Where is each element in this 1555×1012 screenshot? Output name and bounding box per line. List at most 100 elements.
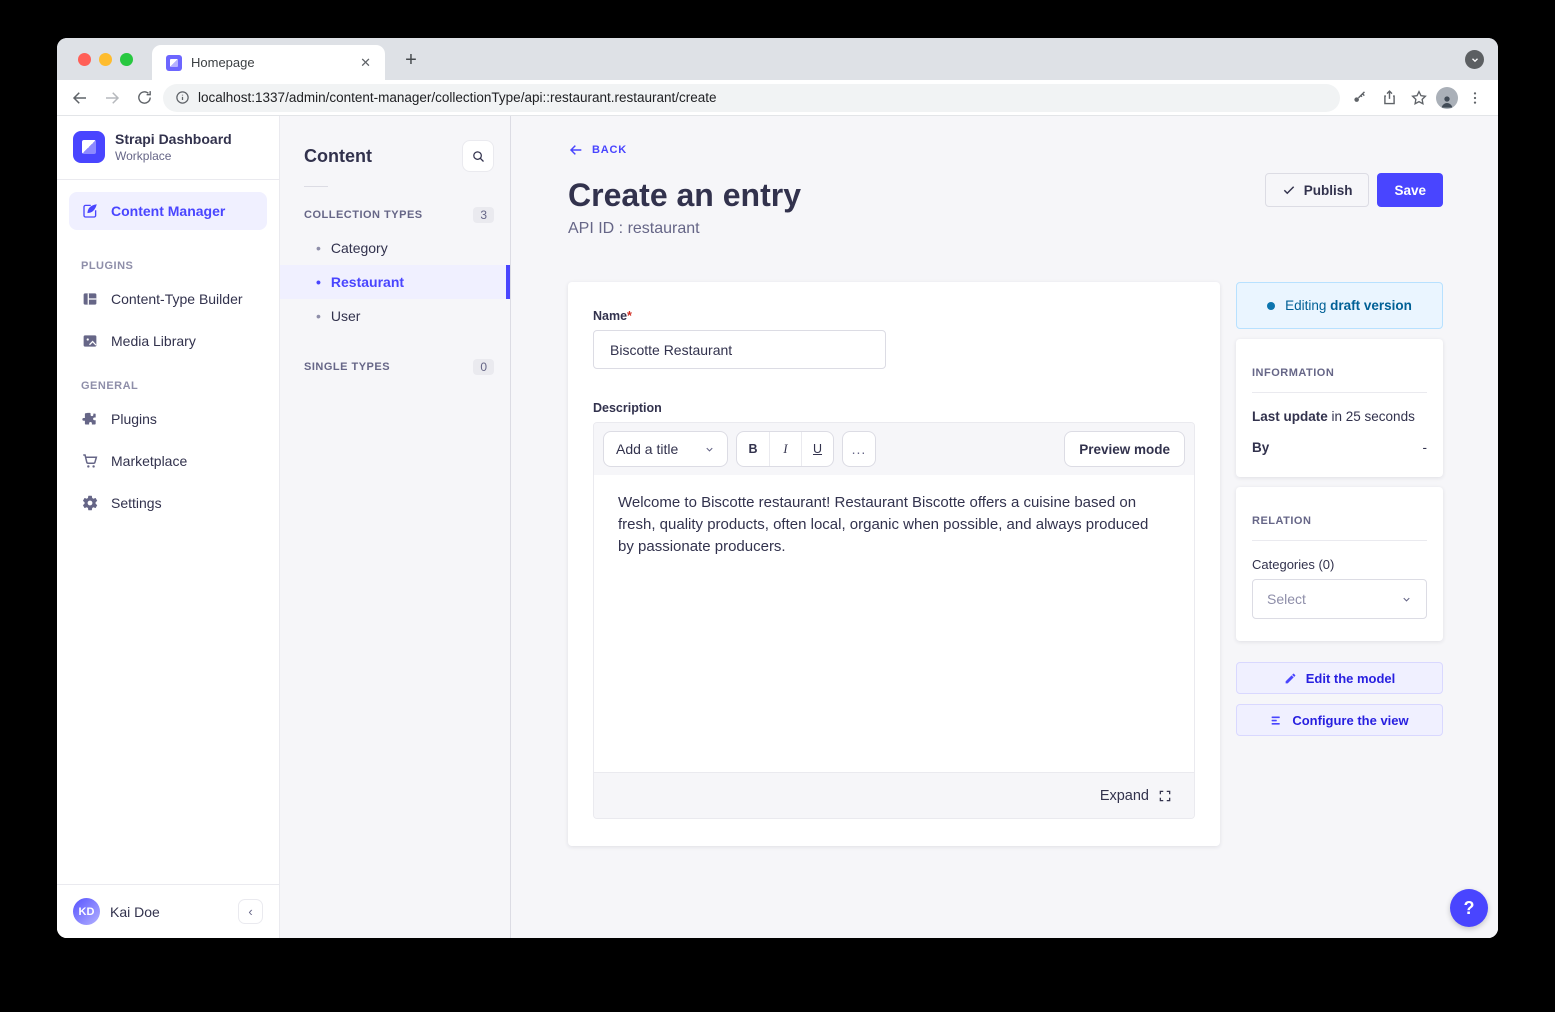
bold-button[interactable]: B [737,432,769,466]
close-tab-icon[interactable]: ✕ [356,53,375,73]
user-avatar[interactable]: KD [73,898,100,925]
browser-toolbar: localhost:1337/admin/content-manager/col… [57,80,1498,116]
bookmark-star-icon[interactable] [1406,85,1432,111]
site-info-icon [175,90,190,105]
desktop-background: Homepage ✕ + localhost:1337/admin/conten… [0,0,1555,1012]
user-name: Kai Doe [110,904,228,920]
app-name: Strapi Dashboard [115,131,232,149]
puzzle-icon [81,410,99,428]
page-title: Create an entry [568,177,801,214]
underline-button[interactable]: U [801,432,833,466]
list-lines-icon [1270,714,1283,727]
meta-column: Editing draft version INFORMATION Last u… [1236,282,1443,736]
description-textarea[interactable]: Welcome to Biscotte restaurant! Restaura… [594,475,1194,772]
publish-button[interactable]: Publish [1265,173,1370,207]
edit-model-button[interactable]: Edit the model [1236,662,1443,694]
subnav-item-label: Category [331,240,388,256]
preview-mode-button[interactable]: Preview mode [1064,431,1185,467]
zoom-window-button[interactable] [120,53,133,66]
collapse-sidebar-button[interactable]: ‹ [238,899,263,924]
draft-dot-icon [1267,302,1275,310]
sidebar-item-label: Content-Type Builder [111,291,243,307]
strapi-admin-app: Strapi Dashboard Workplace Content Manag… [57,116,1498,938]
relation-title: RELATION [1252,506,1427,527]
reload-icon[interactable] [131,85,157,111]
browser-window: Homepage ✕ + localhost:1337/admin/conten… [57,38,1498,938]
sidebar-item-label: Marketplace [111,453,187,469]
expand-button[interactable]: Expand [1100,788,1149,804]
strapi-favicon-icon [166,55,182,71]
collection-types-label: COLLECTION TYPES [304,209,423,221]
sidebar-item-marketplace[interactable]: Marketplace [57,440,279,482]
main-content: BACK Create an entry API ID : restaurant… [511,116,1498,938]
search-button[interactable] [462,140,494,172]
sidebar-item-media-library[interactable]: Media Library [57,320,279,362]
workspace-name: Workplace [115,149,232,163]
back-nav-icon[interactable] [67,85,93,111]
media-icon [81,332,99,350]
rich-text-editor: Add a title B I U ... Preview mode [593,422,1195,819]
chevron-down-icon [704,444,715,455]
help-button[interactable]: ? [1450,889,1488,927]
browser-tab[interactable]: Homepage ✕ [152,45,385,80]
tab-strip: Homepage ✕ + [57,38,1498,80]
share-icon[interactable] [1376,85,1402,111]
search-icon [471,149,486,164]
bullet-icon: • [316,274,321,290]
browser-menu-chevron-icon[interactable] [1465,50,1484,69]
editor-toolbar: Add a title B I U ... Preview mode [594,423,1194,475]
subnav-item-category[interactable]: • Category [280,231,510,265]
save-button[interactable]: Save [1377,173,1443,207]
address-bar[interactable]: localhost:1337/admin/content-manager/col… [163,84,1340,112]
subnav-item-restaurant[interactable]: • Restaurant [280,265,510,299]
name-field-label: Name* [593,309,1195,323]
sidebar-item-plugins[interactable]: Plugins [57,398,279,440]
information-card: INFORMATION Last update in 25 seconds By… [1236,339,1443,477]
sidebar-item-label: Settings [111,495,162,511]
title-dropdown[interactable]: Add a title [603,431,728,467]
more-formats-button[interactable]: ... [842,431,876,467]
strapi-logo-icon [73,131,105,163]
name-input[interactable] [593,330,886,369]
subnav-item-label: Restaurant [331,274,404,290]
information-title: INFORMATION [1252,358,1427,379]
single-types-label: SINGLE TYPES [304,361,390,373]
new-tab-button[interactable]: + [397,46,425,74]
expand-icon[interactable] [1158,789,1172,803]
configure-view-button[interactable]: Configure the view [1236,704,1443,736]
cart-icon [81,452,99,470]
sidebar-divider [57,179,279,180]
forward-nav-icon[interactable] [99,85,125,111]
description-field-label: Description [593,401,1195,415]
editor-footer: Expand [594,772,1194,818]
window-controls [78,53,133,66]
sidebar-item-content-manager[interactable]: Content Manager [69,192,267,230]
categories-select[interactable]: Select [1252,579,1427,619]
content-subnav: Content COLLECTION TYPES 3 • Category • … [280,116,511,938]
url-text: localhost:1337/admin/content-manager/col… [198,90,717,105]
sidebar-section-plugins: PLUGINS [57,242,279,278]
browser-profile-avatar[interactable] [1436,87,1458,109]
sidebar-item-settings[interactable]: Settings [57,482,279,524]
subnav-title: Content [304,146,372,167]
pencil-icon [1284,672,1297,685]
feather-pen-icon [81,202,99,220]
description-text: Welcome to Biscotte restaurant! Restaura… [618,492,1166,557]
italic-button[interactable]: I [769,432,801,466]
sidebar-item-content-type-builder[interactable]: Content-Type Builder [57,278,279,320]
subnav-item-user[interactable]: • User [280,299,510,333]
tab-title: Homepage [191,55,347,70]
entry-form-card: Name* Description Add a title [568,282,1220,846]
minimize-window-button[interactable] [99,53,112,66]
toolbar-actions [1346,85,1488,111]
sidebar-item-label: Media Library [111,333,196,349]
check-icon [1282,183,1296,197]
browser-menu-dots-icon[interactable] [1462,85,1488,111]
editing-draft-badge: Editing draft version [1236,282,1443,329]
collection-types-count-badge: 3 [473,207,494,223]
single-types-count-badge: 0 [473,359,494,375]
close-window-button[interactable] [78,53,91,66]
bullet-icon: • [316,308,321,324]
back-link[interactable]: BACK [568,142,627,158]
password-key-icon[interactable] [1346,85,1372,111]
